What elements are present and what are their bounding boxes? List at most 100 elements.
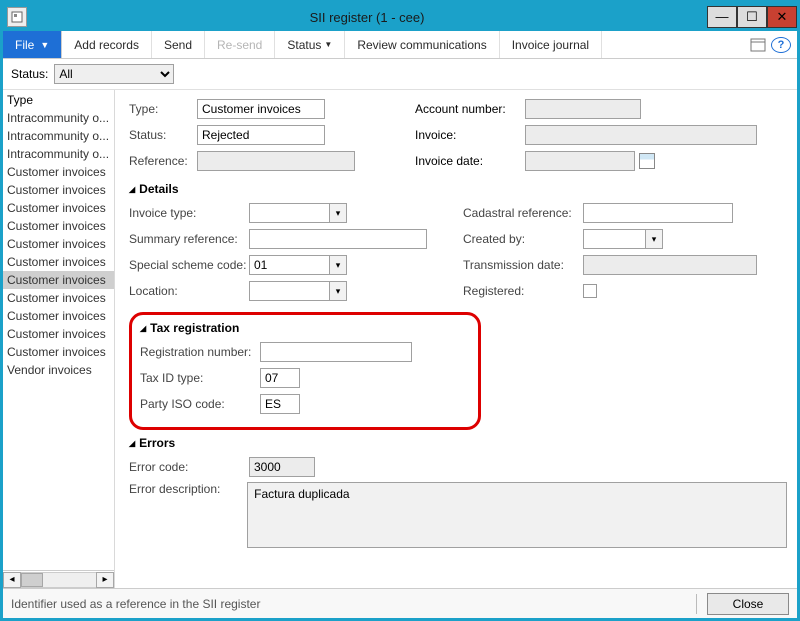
list-item[interactable]: Customer invoices [3, 307, 114, 325]
reference-label: Reference: [129, 154, 197, 168]
add-records-button[interactable]: Add records [62, 31, 152, 58]
account-number-field[interactable] [525, 99, 641, 119]
resend-button: Re-send [205, 31, 275, 58]
scroll-right-button[interactable]: ▸ [96, 572, 114, 588]
summary-reference-field[interactable] [249, 229, 427, 249]
app-window: SII register (1 - cee) — ☐ ✕ File ▼ Add … [0, 0, 800, 621]
invoice-field[interactable] [525, 125, 757, 145]
main-panel: Type: Status: Reference: Account number: [115, 90, 797, 588]
invoice-type-field[interactable] [249, 203, 329, 223]
created-by-label: Created by: [463, 232, 583, 246]
minimize-button[interactable]: — [707, 6, 737, 28]
list-item[interactable]: Customer invoices [3, 271, 114, 289]
review-communications-button[interactable]: Review communications [345, 31, 499, 58]
invoice-date-label: Invoice date: [415, 154, 525, 168]
error-description-label: Error description: [129, 482, 247, 496]
status-filter-label: Status: [11, 67, 48, 81]
tax-registration-header[interactable]: ◢ Tax registration [140, 321, 470, 335]
status-label: Status: [129, 128, 197, 142]
tax-registration-highlight: ◢ Tax registration Registration number: … [129, 312, 481, 430]
registered-checkbox[interactable] [583, 284, 597, 298]
list-item[interactable]: Vendor invoices [3, 361, 114, 379]
registration-number-label: Registration number: [140, 345, 260, 359]
list-item[interactable]: Intracommunity o... [3, 127, 114, 145]
window-title: SII register (1 - cee) [27, 10, 707, 25]
collapse-icon: ◢ [140, 324, 146, 333]
account-number-label: Account number: [415, 102, 525, 116]
invoice-type-label: Invoice type: [129, 206, 249, 220]
type-field[interactable] [197, 99, 325, 119]
dropdown-button[interactable]: ▾ [329, 203, 347, 223]
sidebar-hscroll[interactable]: ◂ ▸ [3, 570, 114, 588]
reference-field[interactable] [197, 151, 355, 171]
file-menu[interactable]: File ▼ [3, 31, 62, 58]
scroll-left-button[interactable]: ◂ [3, 572, 21, 588]
invoice-label: Invoice: [415, 128, 525, 142]
toolbar: File ▼ Add records Send Re-send Status ▼… [3, 31, 797, 59]
dropdown-button[interactable]: ▾ [645, 229, 663, 249]
app-icon [7, 7, 27, 27]
cadastral-reference-label: Cadastral reference: [463, 206, 583, 220]
tax-id-type-field[interactable] [260, 368, 300, 388]
type-label: Type: [129, 102, 197, 116]
titlebar: SII register (1 - cee) — ☐ ✕ [3, 3, 797, 31]
status-field[interactable] [197, 125, 325, 145]
location-field[interactable] [249, 281, 329, 301]
close-button[interactable]: ✕ [767, 6, 797, 28]
list-item[interactable]: Customer invoices [3, 181, 114, 199]
sidebar: TypeIntracommunity o...Intracommunity o.… [3, 90, 115, 588]
list-item[interactable]: Customer invoices [3, 343, 114, 361]
tax-id-type-label: Tax ID type: [140, 371, 260, 385]
collapse-icon: ◢ [129, 185, 135, 194]
party-iso-code-label: Party ISO code: [140, 397, 260, 411]
chevron-down-icon: ▼ [324, 40, 332, 49]
list-item[interactable]: Customer invoices [3, 235, 114, 253]
list-item[interactable]: Intracommunity o... [3, 109, 114, 127]
scroll-thumb[interactable] [21, 573, 43, 587]
list-item[interactable]: Customer invoices [3, 163, 114, 181]
error-description-field[interactable]: Factura duplicada [247, 482, 787, 548]
status-filter-select[interactable]: All [54, 64, 174, 84]
file-label: File [15, 38, 34, 52]
summary-reference-label: Summary reference: [129, 232, 249, 246]
chevron-down-icon: ▼ [40, 40, 49, 50]
dropdown-button[interactable]: ▾ [329, 255, 347, 275]
special-scheme-code-label: Special scheme code: [129, 258, 249, 272]
close-button-footer[interactable]: Close [707, 593, 789, 615]
details-header[interactable]: ◢ Details [129, 182, 787, 196]
registered-label: Registered: [463, 284, 583, 298]
location-label: Location: [129, 284, 249, 298]
filter-bar: Status: All [3, 59, 797, 90]
send-button[interactable]: Send [152, 31, 205, 58]
party-iso-code-field[interactable] [260, 394, 300, 414]
errors-header[interactable]: ◢ Errors [129, 436, 787, 450]
list-item[interactable]: Customer invoices [3, 199, 114, 217]
list-item[interactable]: Customer invoices [3, 325, 114, 343]
error-code-label: Error code: [129, 460, 249, 474]
collapse-icon: ◢ [129, 439, 135, 448]
statusbar: Identifier used as a reference in the SI… [3, 588, 797, 618]
maximize-button[interactable]: ☐ [737, 6, 767, 28]
statusbar-text: Identifier used as a reference in the SI… [11, 597, 260, 611]
window-icon[interactable] [745, 31, 771, 58]
cadastral-reference-field[interactable] [583, 203, 733, 223]
scroll-track[interactable] [21, 572, 96, 588]
invoice-date-field[interactable] [525, 151, 635, 171]
dropdown-button[interactable]: ▾ [329, 281, 347, 301]
calendar-icon[interactable] [639, 153, 655, 169]
help-icon[interactable]: ? [771, 37, 791, 53]
transmission-date-field[interactable] [583, 255, 757, 275]
list-item[interactable]: Customer invoices [3, 217, 114, 235]
transmission-date-label: Transmission date: [463, 258, 583, 272]
special-scheme-code-field[interactable] [249, 255, 329, 275]
created-by-field[interactable] [583, 229, 645, 249]
status-menu[interactable]: Status ▼ [275, 31, 345, 58]
invoice-journal-button[interactable]: Invoice journal [500, 31, 602, 58]
list-item[interactable]: Customer invoices [3, 289, 114, 307]
sidebar-header[interactable]: Type [3, 90, 114, 109]
status-menu-label: Status [287, 38, 321, 52]
list-item[interactable]: Intracommunity o... [3, 145, 114, 163]
registration-number-field[interactable] [260, 342, 412, 362]
error-code-field[interactable] [249, 457, 315, 477]
list-item[interactable]: Customer invoices [3, 253, 114, 271]
